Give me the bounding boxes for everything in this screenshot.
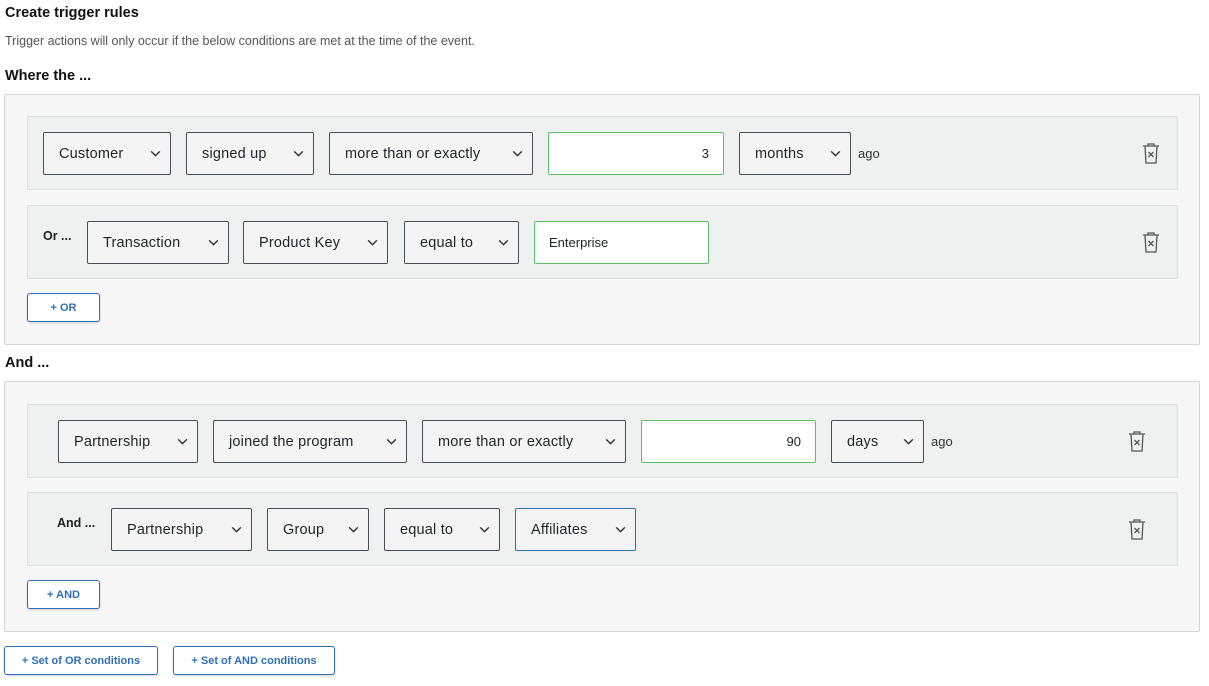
value-input[interactable]: [548, 132, 724, 175]
add-and-set-button[interactable]: + Set of AND conditions: [173, 646, 335, 675]
or-section-label: Where the ...: [5, 68, 92, 84]
add-or-button[interactable]: + OR: [27, 293, 100, 322]
field-select[interactable]: Group: [267, 508, 369, 551]
value-select[interactable]: Affiliates: [515, 508, 636, 551]
field-select[interactable]: joined the program: [213, 420, 407, 463]
unit-select[interactable]: days: [831, 420, 924, 463]
trash-icon: [1143, 232, 1159, 253]
entity-select[interactable]: Customer: [43, 132, 171, 175]
entity-select[interactable]: Transaction: [87, 221, 229, 264]
trash-icon: [1129, 431, 1145, 452]
ago-suffix: ago: [931, 434, 953, 449]
field-select-value: Product Key: [259, 234, 341, 251]
delete-rule-button[interactable]: [1126, 430, 1148, 452]
chevron-down-icon: [502, 132, 532, 175]
operator-select-value: more than or exactly: [438, 433, 574, 450]
field-select[interactable]: Product Key: [243, 221, 388, 264]
entity-select-value: Partnership: [74, 433, 151, 450]
field-select-value: Group: [283, 521, 325, 538]
delete-rule-button[interactable]: [1126, 518, 1148, 540]
operator-select-value: more than or exactly: [345, 145, 481, 162]
chevron-down-icon: [338, 508, 368, 551]
page-subtitle: Trigger actions will only occur if the b…: [5, 34, 475, 48]
trash-icon: [1143, 143, 1159, 164]
operator-select[interactable]: more than or exactly: [329, 132, 533, 175]
rule-row-and-2: And ... Partnership Group equal to Affil…: [27, 492, 1178, 566]
and-condition-group: Partnership joined the program more than…: [4, 381, 1200, 632]
entity-select-value: Transaction: [103, 234, 181, 251]
chevron-down-icon: [595, 420, 625, 463]
chevron-down-icon: [376, 420, 406, 463]
entity-select-value: Customer: [59, 145, 124, 162]
rule-row-and-1: Partnership joined the program more than…: [27, 404, 1178, 478]
chevron-down-icon: [488, 221, 518, 264]
unit-select-value: days: [847, 433, 879, 450]
ago-suffix: ago: [858, 146, 880, 161]
or-condition-group: Customer signed up more than or exactly …: [4, 94, 1200, 345]
value-input[interactable]: [534, 221, 709, 264]
chevron-down-icon: [221, 508, 251, 551]
rule-row-or-2: Or ... Transaction Product Key equal to: [27, 205, 1178, 279]
chevron-down-icon: [357, 221, 387, 264]
chevron-down-icon: [140, 132, 170, 175]
entity-select[interactable]: Partnership: [58, 420, 198, 463]
add-and-button[interactable]: + AND: [27, 580, 100, 609]
trash-icon: [1129, 519, 1145, 540]
chevron-down-icon: [167, 420, 197, 463]
and-prefix: And ...: [57, 516, 96, 530]
delete-rule-button[interactable]: [1140, 231, 1162, 253]
operator-select[interactable]: more than or exactly: [422, 420, 626, 463]
chevron-down-icon: [198, 221, 228, 264]
unit-select-value: months: [755, 145, 804, 162]
or-prefix: Or ...: [43, 229, 72, 243]
operator-select-value: equal to: [400, 521, 454, 538]
chevron-down-icon: [605, 508, 635, 551]
entity-select[interactable]: Partnership: [111, 508, 252, 551]
and-section-label: And ...: [5, 355, 50, 371]
add-or-set-button[interactable]: + Set of OR conditions: [4, 646, 158, 675]
operator-select[interactable]: equal to: [404, 221, 519, 264]
unit-select[interactable]: months: [739, 132, 851, 175]
rule-row-or-1: Customer signed up more than or exactly …: [27, 116, 1178, 190]
value-input[interactable]: [641, 420, 816, 463]
field-select-value: joined the program: [229, 433, 354, 450]
operator-select-value: equal to: [420, 234, 474, 251]
page-title: Create trigger rules: [5, 5, 139, 21]
chevron-down-icon: [469, 508, 499, 551]
chevron-down-icon: [820, 132, 850, 175]
field-select-value: signed up: [202, 145, 267, 162]
operator-select[interactable]: equal to: [384, 508, 500, 551]
delete-rule-button[interactable]: [1140, 142, 1162, 164]
value-select-value: Affiliates: [531, 521, 588, 538]
field-select[interactable]: signed up: [186, 132, 314, 175]
chevron-down-icon: [283, 132, 313, 175]
entity-select-value: Partnership: [127, 521, 204, 538]
chevron-down-icon: [893, 420, 923, 463]
